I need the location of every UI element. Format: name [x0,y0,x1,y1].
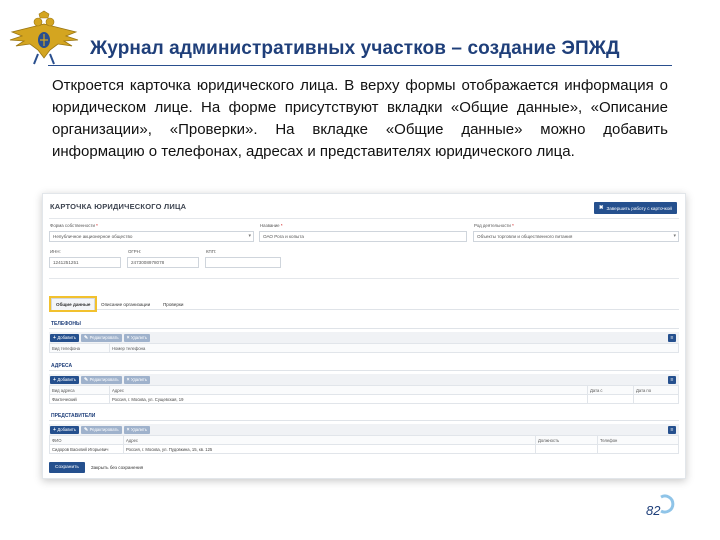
table-header: Адрес [109,385,588,395]
addresses-edit-button[interactable]: ✎ Редактировать [80,375,122,384]
close-card-label: Завершить работу с карточкой [606,205,672,211]
table-row[interactable]: Фактический Россия, г. Москва, ул. Сущев… [49,394,679,404]
representatives-toolbar: + Добавить ✎ Редактировать × Удалить ≡ [49,424,679,435]
table-header: Телефон [597,435,679,445]
pencil-icon: ✎ [83,426,89,433]
representatives-add-button[interactable]: + Добавить [50,425,79,434]
phones-toolbar: + Добавить ✎ Редактировать × Удалить ≡ [49,332,679,343]
phones-add-button[interactable]: + Добавить [50,333,79,342]
table-cell: Фактический [49,394,110,404]
table-header: Адрес [123,435,536,445]
addresses-section: АДРЕСА + Добавить ✎ Редактировать × Удалить… [49,363,679,404]
fields-divider [49,278,679,279]
header-divider [49,218,679,219]
representatives-menu-icon[interactable]: ≡ [668,425,676,434]
plus-icon: + [53,426,56,433]
phones-section: ТЕЛЕФОНЫ + Добавить ✎ Редактировать × Удали… [49,321,679,353]
tab-organization-description[interactable]: Описание организации [97,298,154,310]
name-label: Название * [260,223,283,228]
slide-title: Журнал административных участков – созда… [90,38,620,59]
trash-icon: × [126,376,130,383]
phones-title: ТЕЛЕФОНЫ [49,321,679,329]
activity-select[interactable]: Объекты торговли и общественного питания [473,231,679,242]
trash-icon: × [126,334,130,341]
table-header: Дата по [633,385,679,395]
representatives-table: ФИО Адрес Должность Телефон Сидоров Васи… [49,435,679,454]
close-card-button[interactable]: ✖ Завершить работу с карточкой [593,202,677,214]
save-button[interactable]: Сохранить [49,462,85,473]
representatives-edit-button[interactable]: ✎ Редактировать [80,425,122,434]
title-divider [48,65,672,66]
table-cell [587,394,634,404]
table-header: Номер телефона [109,343,679,353]
addresses-add-button[interactable]: + Добавить [50,375,79,384]
double-headed-eagle-emblem [9,10,79,65]
table-header: Вид адреса [49,385,110,395]
table-header: Дата с [587,385,634,395]
slide-body-text: Откроется карточка юридического лица. В … [52,77,668,160]
tab-inspections[interactable]: Проверки [159,298,188,310]
representatives-title: ПРЕДСТАВИТЕЛИ [49,413,679,421]
addresses-toolbar: + Добавить ✎ Редактировать × Удалить ≡ [49,374,679,385]
plus-icon: + [53,334,56,341]
table-header: Должность [535,435,598,445]
table-row[interactable]: Сидоров Василий Игорьевич Россия, г. Мос… [49,444,679,454]
close-without-saving-button[interactable]: Закрыть без сохранения [91,465,143,470]
phones-edit-button[interactable]: ✎ Редактировать [80,333,122,342]
inn-input[interactable]: 1241251251 [49,257,121,268]
table-cell: Россия, г. Москва, ул. Сущевская, 19 [109,394,588,404]
addresses-menu-icon[interactable]: ≡ [668,375,676,384]
legal-entity-card-screenshot: КАРТОЧКА ЮРИДИЧЕСКОГО ЛИЦА ✖ Завершить р… [42,193,686,479]
addresses-table: Вид адреса Адрес Дата с Дата по Фактичес… [49,385,679,404]
phones-menu-icon[interactable]: ≡ [668,333,676,342]
representatives-delete-button[interactable]: × Удалить [123,425,150,434]
table-header: Вид телефона [49,343,110,353]
card-title: КАРТОЧКА ЮРИДИЧЕСКОГО ЛИЦА [50,202,187,211]
page-number: 82 [646,503,661,518]
card-footer: Сохранить Закрыть без сохранения [49,462,143,473]
addresses-title: АДРЕСА [49,363,679,371]
table-header: ФИО [49,435,124,445]
pencil-icon: ✎ [83,334,89,341]
tab-general[interactable]: Общие данные [48,296,98,312]
ownership-select[interactable]: Непубличное акционерное общество [49,231,254,242]
table-cell [597,444,679,454]
tab-bar: Общие данные Описание организации Провер… [48,296,679,312]
addresses-delete-button[interactable]: × Удалить [123,375,150,384]
trash-icon: × [126,426,130,433]
close-icon: ✖ [598,205,604,211]
table-cell: Россия, г. Москва, ул. Пудовкина, 15, кв… [123,444,536,454]
phones-delete-button[interactable]: × Удалить [123,333,150,342]
pencil-icon: ✎ [83,376,89,383]
table-cell: Сидоров Василий Игорьевич [49,444,124,454]
ogrn-input[interactable]: 2473008978078 [127,257,199,268]
phones-table: Вид телефона Номер телефона [49,343,679,353]
plus-icon: + [53,376,56,383]
activity-label: Род деятельности * [474,223,514,228]
table-cell [535,444,598,454]
table-cell [633,394,679,404]
representatives-section: ПРЕДСТАВИТЕЛИ + Добавить ✎ Редактировать ×… [49,413,679,454]
kpp-label: КПП: [206,249,217,254]
name-input[interactable]: ОАО Рога и копыта [259,231,467,242]
ogrn-label: ОГРН: [128,249,142,254]
kpp-input[interactable] [205,257,281,268]
inn-label: ИНН: [50,249,61,254]
ownership-label: Форма собственности * [50,223,98,228]
